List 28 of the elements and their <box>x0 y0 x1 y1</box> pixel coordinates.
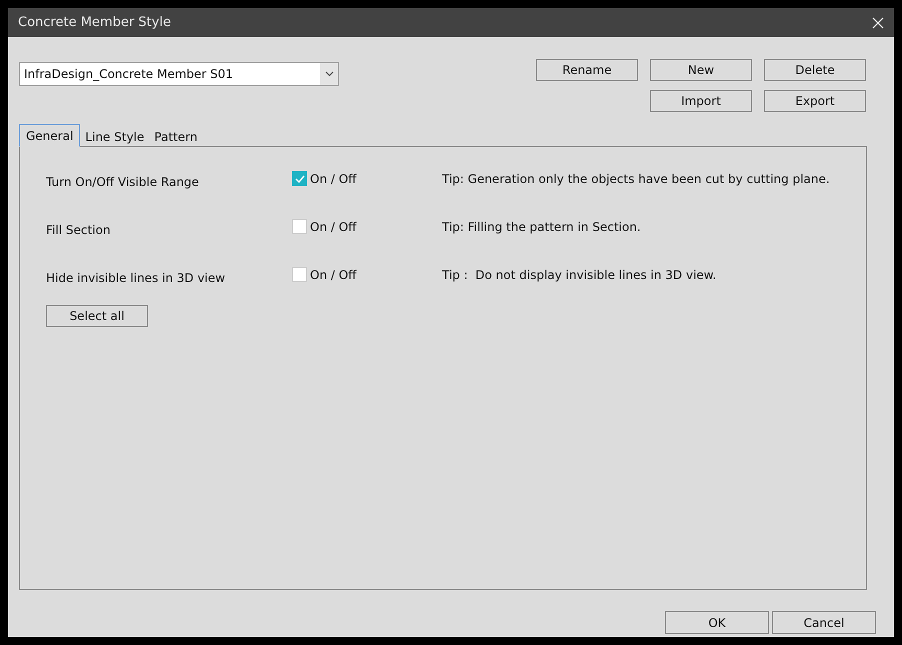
dialog-button[interactable]: Cancel <box>772 611 876 634</box>
tab[interactable]: General <box>19 124 80 147</box>
dialog-button[interactable]: OK <box>665 611 769 634</box>
action-button[interactable]: New <box>650 59 752 81</box>
action-button[interactable]: Import <box>650 90 752 112</box>
option-label: Hide invisible lines in 3D view <box>46 270 226 285</box>
checkbox[interactable] <box>292 267 307 282</box>
tip-text: Tip: Generation only the objects have been cut by cutting plane. <box>442 171 830 186</box>
tab[interactable]: Pattern <box>149 127 202 147</box>
checkbox-label: On / Off <box>310 268 356 282</box>
tip-text: Tip : Do not display invisible lines in 3D view. <box>442 267 718 282</box>
action-button[interactable]: Delete <box>764 59 866 81</box>
action-button[interactable]: Rename <box>536 59 638 81</box>
tip-text: Tip: Filling the pattern in Section. <box>442 219 642 234</box>
caret-icon <box>324 71 334 77</box>
action-button[interactable]: Export <box>764 90 866 112</box>
close-icon[interactable] <box>872 16 884 28</box>
tab[interactable]: Line Style <box>80 127 150 147</box>
option-label: Fill Section <box>46 222 112 237</box>
option-label: Turn On/Off Visible Range <box>46 174 200 189</box>
checkbox-label: On / Off <box>310 220 356 234</box>
checkbox[interactable] <box>292 171 307 186</box>
select-all-button[interactable]: Select all <box>46 305 148 327</box>
window-title: Concrete Member Style <box>18 15 171 30</box>
check-icon <box>294 174 304 182</box>
checkbox-label: On / Off <box>310 172 356 186</box>
style-dropdown[interactable]: InfraDesign_Concrete Member S01 <box>19 62 339 86</box>
checkbox[interactable] <box>292 219 307 234</box>
